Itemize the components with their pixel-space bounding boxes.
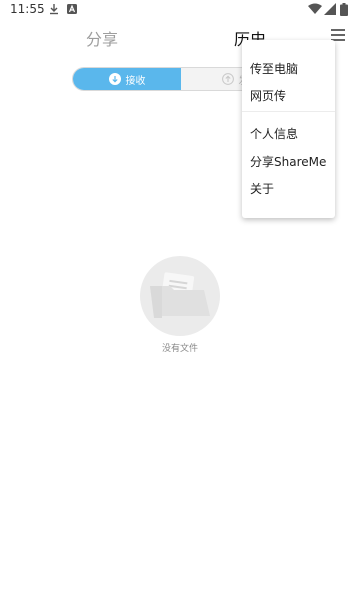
menu-item-share-app[interactable]: 分享ShareMe <box>250 153 326 170</box>
arrow-up-circle-icon <box>221 73 234 85</box>
menu-divider <box>242 111 335 112</box>
arrow-down-circle-icon <box>108 73 121 85</box>
download-icon <box>50 4 58 15</box>
menu-item-profile[interactable]: 个人信息 <box>250 125 298 142</box>
status-time: 11:55 <box>10 2 45 16</box>
menu-item-about[interactable]: 关于 <box>250 180 274 197</box>
signal-icon <box>324 3 336 15</box>
status-bar: 11:55 <box>0 0 360 20</box>
receive-label: 接收 <box>125 75 146 87</box>
wifi-icon <box>308 3 322 14</box>
receive-button[interactable]: 接收 <box>73 68 181 90</box>
status-icons <box>308 3 352 17</box>
battery-icon <box>340 3 348 16</box>
menu-item-web-share[interactable]: 网页传 <box>250 87 286 104</box>
overflow-menu: 传至电脑 网页传 个人信息 分享ShareMe 关于 <box>242 40 335 218</box>
empty-folder-icon <box>140 256 220 336</box>
empty-state-text: 没有文件 <box>161 344 198 354</box>
menu-item-send-to-pc[interactable]: 传至电脑 <box>250 60 298 77</box>
a-icon <box>67 4 77 14</box>
menu-icon[interactable] <box>331 29 345 41</box>
tab-share[interactable]: 分享 <box>86 26 118 50</box>
